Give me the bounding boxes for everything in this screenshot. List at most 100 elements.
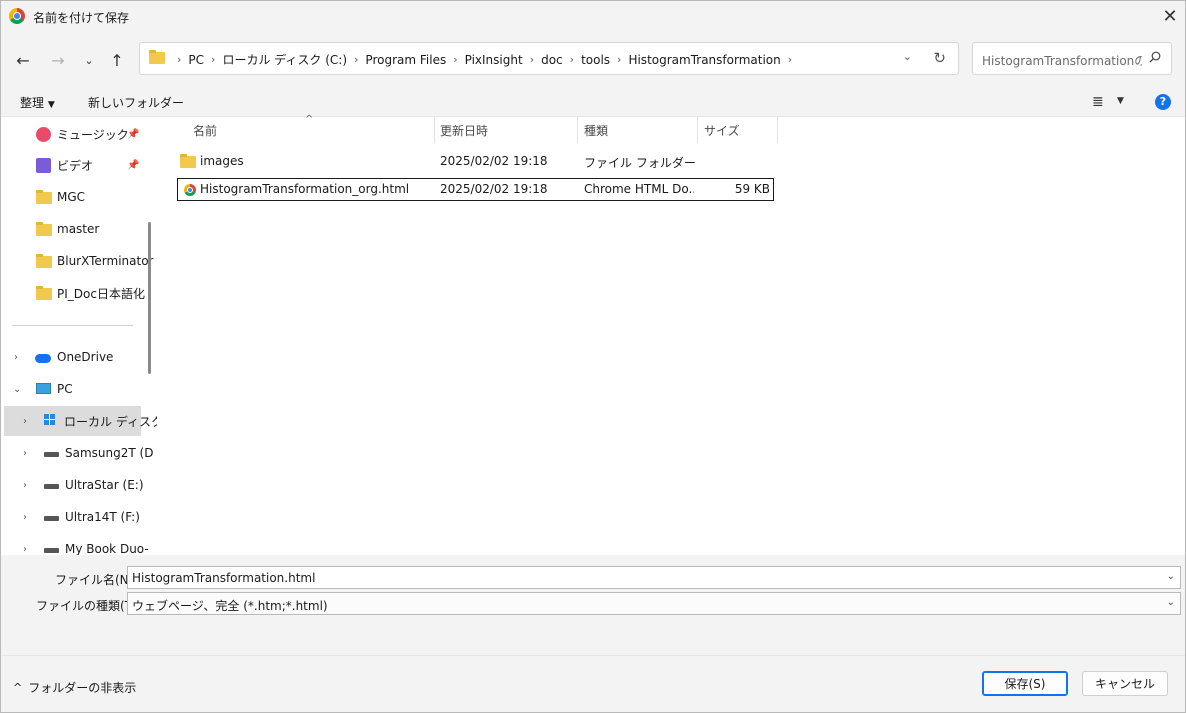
chevron-right-icon[interactable]: › xyxy=(453,53,457,66)
column-header-name[interactable]: 名前 xyxy=(193,117,217,143)
back-button[interactable]: ← xyxy=(11,48,35,72)
nav-item-mgc[interactable]: MGC xyxy=(1,182,141,212)
file-type: Chrome HTML Do... xyxy=(584,182,694,196)
help-icon[interactable]: ? xyxy=(1155,94,1171,110)
breadcrumb-item-tools[interactable]: tools xyxy=(581,53,610,67)
chevron-right-icon[interactable]: › xyxy=(211,53,215,66)
nav-item-blurxterminator[interactable]: BlurXTerminator xyxy=(1,246,153,276)
pin-icon[interactable]: 📌 xyxy=(127,160,139,171)
filename-value: HistogramTransformation.html xyxy=(132,571,316,585)
file-row-histogramtransformation-org[interactable]: HistogramTransformation_org.html 2025/02… xyxy=(177,178,774,201)
chevron-right-icon[interactable]: › xyxy=(530,53,534,66)
nav-item-label: master xyxy=(57,222,100,236)
file-size: 59 KB xyxy=(734,182,770,196)
filetype-label: ファイルの種類(T): xyxy=(36,599,141,613)
column-header-size[interactable]: サイズ xyxy=(704,117,740,143)
chevron-right-icon[interactable]: › xyxy=(23,448,27,459)
breadcrumb-item-doc[interactable]: doc xyxy=(541,53,563,67)
nav-item-label: ビデオ xyxy=(57,158,94,173)
chevron-right-icon[interactable]: › xyxy=(23,544,27,555)
filename-field[interactable]: HistogramTransformation.html ⌄ xyxy=(127,566,1181,589)
hide-folders-toggle[interactable]: ^ フォルダーの非表示 xyxy=(13,679,136,696)
column-header-modified[interactable]: 更新日時 xyxy=(440,117,488,143)
cancel-button[interactable]: キャンセル xyxy=(1082,671,1168,696)
tree-item-ultrastar[interactable]: › UltraStar (E:) xyxy=(1,470,144,500)
new-folder-button[interactable]: 新しいフォルダー xyxy=(88,94,184,111)
save-as-dialog: 名前を付けて保存 ✕ ← → ⌄ ↑ › PC › ローカル ディスク (C:)… xyxy=(0,0,1186,713)
address-bar[interactable]: › PC › ローカル ディスク (C:) › Program Files › … xyxy=(139,42,959,75)
chevron-right-icon[interactable]: › xyxy=(23,416,27,427)
chevron-down-icon[interactable]: ⌄ xyxy=(13,384,21,395)
nav-item-video[interactable]: ビデオ 📌 xyxy=(1,150,141,180)
drive-icon xyxy=(44,548,59,553)
chevron-right-icon[interactable]: › xyxy=(617,53,621,66)
tree-item-pc[interactable]: ⌄ PC xyxy=(1,374,141,404)
column-divider[interactable] xyxy=(434,117,435,143)
file-modified: 2025/02/02 19:18 xyxy=(440,154,548,168)
chevron-right-icon[interactable]: › xyxy=(177,53,181,66)
nav-divider xyxy=(12,325,133,326)
column-header-type[interactable]: 種類 xyxy=(584,117,608,143)
filetype-select[interactable]: ウェブページ、完全 (*.htm;*.html) ⌄ xyxy=(127,592,1181,615)
tree-item-label: OneDrive xyxy=(57,350,114,364)
dialog-footer: ^ フォルダーの非表示 保存(S) キャンセル xyxy=(1,655,1185,712)
filetype-value: ウェブページ、完全 (*.htm;*.html) xyxy=(132,599,328,613)
chevron-right-icon[interactable]: › xyxy=(788,53,792,66)
up-button[interactable]: ↑ xyxy=(105,48,129,72)
drive-icon xyxy=(44,516,59,521)
chevron-down-icon[interactable]: ⌄ xyxy=(1167,571,1175,582)
address-history-chevron-down-icon[interactable]: ⌄ xyxy=(903,50,912,63)
breadcrumb-item-pixinsight[interactable]: PixInsight xyxy=(465,53,523,67)
folder-icon xyxy=(36,254,52,268)
caret-down-icon[interactable]: ▼ xyxy=(1117,96,1124,106)
pc-icon xyxy=(36,383,51,394)
tree-item-local-disk[interactable]: › ローカル ディスク xyxy=(4,406,157,436)
nav-item-music[interactable]: ミュージック 📌 xyxy=(1,119,141,149)
search-icon[interactable] xyxy=(1149,51,1161,63)
view-options-icon[interactable]: ≣ xyxy=(1092,94,1104,110)
file-list: ^ 名前 更新日時 種類 サイズ images 2025/02/02 19:18… xyxy=(159,114,1185,555)
close-button[interactable]: ✕ xyxy=(1155,1,1185,32)
folder-icon xyxy=(149,50,165,64)
search-input[interactable]: HistogramTransformationの... xyxy=(972,42,1172,75)
navigation-pane: ミュージック 📌 ビデオ 📌 MGC master BlurXTerminato… xyxy=(1,117,157,555)
tree-item-label: UltraStar (E:) xyxy=(65,478,144,492)
column-divider[interactable] xyxy=(697,117,698,143)
breadcrumb-item-program-files[interactable]: Program Files xyxy=(365,53,446,67)
tree-item-label: Samsung2T (D xyxy=(65,446,154,460)
breadcrumb-item-local-disk[interactable]: ローカル ディスク (C:) xyxy=(222,51,347,68)
refresh-icon[interactable]: ↻ xyxy=(933,49,946,67)
chevron-up-icon: ^ xyxy=(13,681,23,694)
chevron-right-icon[interactable]: › xyxy=(14,352,18,363)
folder-icon xyxy=(180,154,196,168)
nav-item-master[interactable]: master xyxy=(1,214,141,244)
tree-item-ultra14t[interactable]: › Ultra14T (F:) xyxy=(1,502,141,532)
chevron-right-icon[interactable]: › xyxy=(23,480,27,491)
chevron-right-icon[interactable]: › xyxy=(570,53,574,66)
chevron-down-icon[interactable]: ⌄ xyxy=(1167,597,1175,608)
nav-item-label: ミュージック xyxy=(57,127,129,142)
forward-button[interactable]: → xyxy=(46,48,70,72)
nav-item-pi-doc[interactable]: PI_Doc日本語化 xyxy=(1,278,145,308)
file-type: ファイル フォルダー xyxy=(584,156,696,170)
column-divider[interactable] xyxy=(577,117,578,143)
pin-icon[interactable]: 📌 xyxy=(127,129,139,140)
file-modified: 2025/02/02 19:18 xyxy=(440,182,548,196)
tree-item-onedrive[interactable]: › OneDrive xyxy=(1,342,141,372)
tree-item-label: PC xyxy=(57,382,73,396)
column-divider[interactable] xyxy=(777,117,778,143)
breadcrumb-item-histogramtransformation[interactable]: HistogramTransformation xyxy=(628,53,780,67)
window-title: 名前を付けて保存 xyxy=(33,11,130,25)
file-row-images[interactable]: images 2025/02/02 19:18 ファイル フォルダー xyxy=(177,150,774,173)
organize-button[interactable]: 整理 ▼ xyxy=(20,94,55,111)
tree-item-my-book-duo[interactable]: › My Book Duo- xyxy=(1,534,149,555)
nav-scrollbar[interactable] xyxy=(148,222,151,374)
save-button[interactable]: 保存(S) xyxy=(982,671,1068,696)
chevron-right-icon[interactable]: › xyxy=(354,53,358,66)
tree-item-samsung2t[interactable]: › Samsung2T (D xyxy=(1,438,153,468)
chevron-right-icon[interactable]: › xyxy=(23,512,27,523)
recent-locations-chevron-down-icon[interactable]: ⌄ xyxy=(77,48,101,72)
breadcrumb-item-pc[interactable]: PC xyxy=(188,53,204,67)
tree-item-label: My Book Duo- xyxy=(65,542,149,555)
search-placeholder: HistogramTransformationの... xyxy=(982,54,1142,68)
